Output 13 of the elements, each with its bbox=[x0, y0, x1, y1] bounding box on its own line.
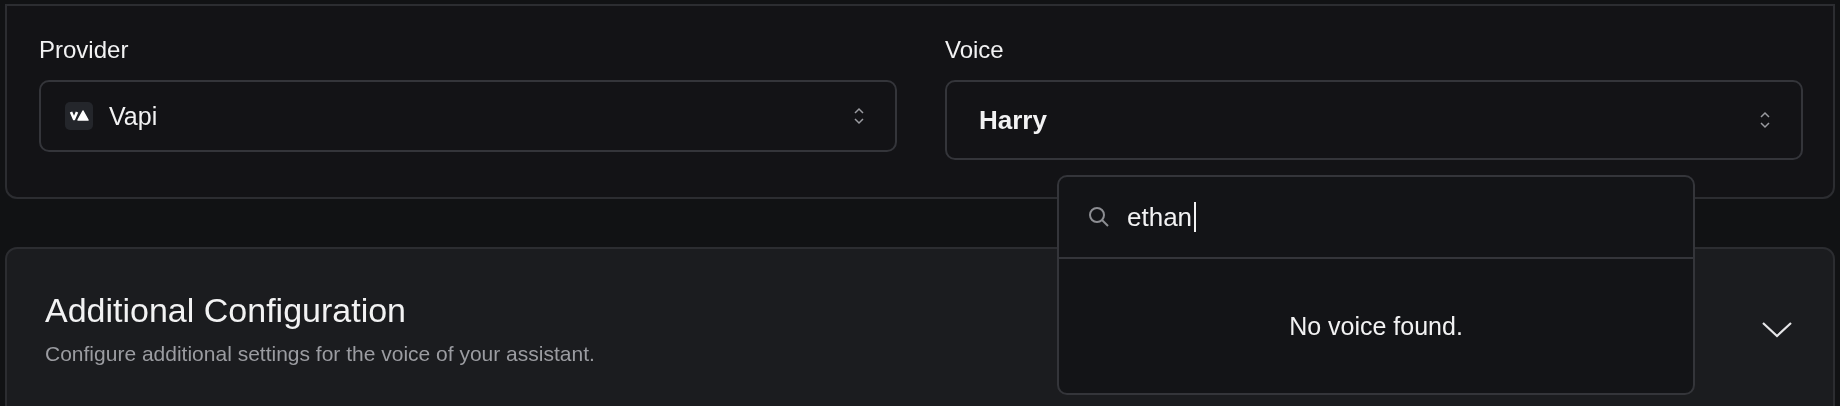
provider-logo-icon bbox=[65, 102, 93, 130]
provider-select[interactable]: Vapi bbox=[39, 80, 897, 152]
voice-label: Voice bbox=[945, 36, 1005, 64]
provider-label: Provider bbox=[39, 36, 130, 64]
search-icon bbox=[1087, 205, 1111, 229]
voice-select[interactable]: Harry bbox=[945, 80, 1803, 160]
up-down-chevron-icon bbox=[1759, 110, 1771, 130]
up-down-chevron-icon bbox=[853, 106, 865, 126]
chevron-icon[interactable] bbox=[1761, 321, 1793, 339]
empty-message: No voice found. bbox=[1289, 311, 1463, 341]
voice-search-field[interactable]: ethan bbox=[1059, 177, 1693, 259]
section-description: Configure additional settings for the voice of your assistant. bbox=[45, 342, 595, 366]
section-title: Additional Configuration bbox=[45, 291, 407, 330]
